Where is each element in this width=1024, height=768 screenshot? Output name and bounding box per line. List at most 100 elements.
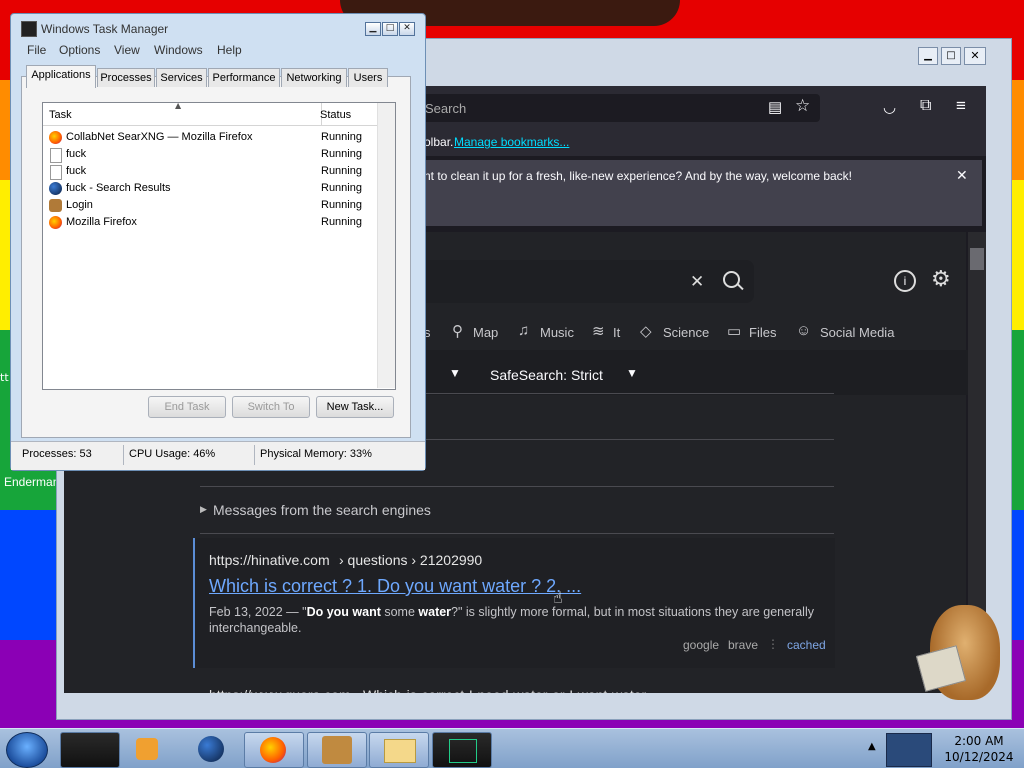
task-row[interactable]: fuck Running bbox=[47, 163, 387, 180]
task-manager-window: Windows Task Manager ▁ □ ✕ File Options … bbox=[10, 13, 426, 471]
firefox-icon bbox=[260, 737, 286, 763]
engine-messages-arrow-icon[interactable]: ▶ bbox=[200, 505, 207, 515]
taskbar-box-app[interactable] bbox=[307, 732, 367, 768]
taskbar-media-player[interactable] bbox=[122, 732, 172, 766]
task-status: Running bbox=[321, 216, 362, 228]
safesearch-select[interactable]: SafeSearch: Strict bbox=[490, 367, 603, 383]
result-snippet: Feb 13, 2022 — "Do you want some water?"… bbox=[209, 605, 814, 635]
firefox-minimize-button[interactable]: ▁ bbox=[918, 47, 938, 65]
task-manager-title: Windows Task Manager bbox=[41, 22, 169, 36]
safesearch-chevron-icon[interactable]: ▼ bbox=[626, 366, 638, 380]
tab-applications[interactable]: Applications bbox=[26, 65, 96, 88]
reader-view-icon[interactable]: ▤ bbox=[768, 98, 782, 116]
next-result-url[interactable]: https://www.quora.com › Which-is-correct… bbox=[209, 686, 809, 693]
tray-show-hidden-icon[interactable]: ▲ bbox=[868, 741, 876, 752]
column-header-task[interactable]: Task bbox=[43, 103, 322, 126]
notification-close-icon[interactable]: ✕ bbox=[956, 167, 968, 184]
start-button[interactable] bbox=[6, 732, 48, 768]
taskbar-task-manager[interactable] bbox=[60, 732, 120, 768]
status-memory: Physical Memory: 33% bbox=[260, 448, 372, 460]
divider bbox=[200, 486, 834, 487]
new-task-button[interactable]: New Task... bbox=[316, 396, 394, 418]
science-icon: ◇ bbox=[640, 323, 652, 340]
tab-processes[interactable]: Processes bbox=[97, 68, 155, 87]
category-tab-it[interactable]: It bbox=[613, 325, 620, 340]
desktop-label-enderman: Enderman bbox=[4, 475, 60, 489]
clear-search-icon[interactable]: ✕ bbox=[690, 272, 704, 292]
menu-windows[interactable]: Windows bbox=[154, 43, 203, 57]
page-scrollbar-thumb[interactable] bbox=[970, 248, 984, 270]
desktop-label-tt: tt bbox=[0, 371, 9, 384]
manage-bookmarks-link[interactable]: Manage bookmarks... bbox=[454, 135, 569, 149]
category-tab-social-media[interactable]: Social Media bbox=[820, 325, 894, 340]
result-engine-google: google bbox=[683, 638, 720, 652]
status-separator bbox=[123, 445, 124, 465]
document-icon bbox=[50, 148, 62, 163]
task-status: Running bbox=[321, 199, 362, 211]
category-tab-files[interactable]: Files bbox=[749, 325, 776, 340]
menu-view[interactable]: View bbox=[114, 43, 140, 57]
tm-close-button[interactable]: ✕ bbox=[399, 22, 415, 36]
extensions-icon[interactable]: ⧉ bbox=[920, 97, 931, 115]
user-icon bbox=[49, 199, 62, 212]
firefox-maximize-button[interactable]: □ bbox=[941, 47, 961, 65]
url-bar[interactable] bbox=[415, 94, 820, 122]
result-url[interactable]: https://hinative.com bbox=[209, 552, 330, 568]
tab-services[interactable]: Services bbox=[156, 68, 207, 87]
pocket-icon[interactable]: ◡ bbox=[883, 98, 896, 116]
column-header-status[interactable]: Status bbox=[317, 103, 381, 126]
category-tab-science[interactable]: Science bbox=[663, 325, 709, 340]
result-separator-icon: ⋮ bbox=[767, 637, 779, 651]
category-tab-map[interactable]: Map bbox=[473, 325, 498, 340]
time-range-chevron-icon[interactable]: ▼ bbox=[449, 366, 461, 380]
taskbar-monitor[interactable] bbox=[432, 732, 492, 768]
tab-users[interactable]: Users bbox=[348, 68, 388, 87]
engine-messages-toggle[interactable]: Messages from the search engines bbox=[213, 502, 431, 518]
list-scrollbar[interactable] bbox=[377, 103, 395, 388]
switch-to-button[interactable]: Switch To bbox=[232, 396, 310, 418]
mouse-cursor-icon: ☝ bbox=[553, 588, 563, 607]
tm-minimize-button[interactable]: ▁ bbox=[365, 22, 381, 36]
menu-options[interactable]: Options bbox=[59, 43, 100, 57]
task-name: fuck - Search Results bbox=[66, 182, 171, 194]
performance-monitor-icon bbox=[449, 739, 477, 763]
category-tab-music[interactable]: Music bbox=[540, 325, 574, 340]
map-icon: ⚲ bbox=[452, 323, 463, 340]
tray-box-icon[interactable] bbox=[886, 733, 932, 767]
result-engine-brave: brave bbox=[728, 638, 759, 652]
task-manager-status-bar: Processes: 53 CPU Usage: 46% Physical Me… bbox=[11, 441, 425, 470]
bookmark-star-icon[interactable]: ☆ bbox=[795, 96, 810, 116]
result-title-link[interactable]: Which is correct ? 1. Do you want water … bbox=[209, 576, 581, 597]
tm-maximize-button[interactable]: □ bbox=[382, 22, 398, 36]
notification-text: nt to clean it up for a fresh, like-new … bbox=[424, 169, 853, 183]
menu-help[interactable]: Help bbox=[217, 43, 242, 57]
firefox-close-button[interactable]: ✕ bbox=[964, 47, 986, 65]
result-cached-link[interactable]: cached bbox=[787, 638, 826, 652]
info-icon[interactable]: i bbox=[894, 270, 916, 292]
firefox-icon bbox=[49, 216, 62, 229]
taskbar-firefox[interactable] bbox=[244, 732, 304, 768]
divider bbox=[200, 533, 834, 534]
clock[interactable]: 2:00 AM 10/12/2024 bbox=[944, 733, 1014, 765]
menu-file[interactable]: File bbox=[27, 43, 46, 57]
end-task-button[interactable]: End Task bbox=[148, 396, 226, 418]
preferences-gear-icon[interactable]: ⚙ bbox=[931, 266, 951, 292]
clock-time: 2:00 AM bbox=[954, 734, 1004, 748]
media-player-icon bbox=[136, 738, 158, 760]
tab-performance[interactable]: Performance bbox=[208, 68, 280, 87]
document-icon bbox=[50, 165, 62, 180]
taskbar-globe[interactable] bbox=[186, 732, 236, 766]
menu-icon[interactable]: ≡ bbox=[956, 96, 966, 116]
task-row[interactable]: fuck - Search Results Running bbox=[47, 180, 387, 197]
globe-icon bbox=[49, 182, 62, 195]
task-list[interactable]: Task ▲ Status CollabNet SearXNG — Mozill… bbox=[42, 101, 396, 390]
task-row[interactable]: Login Running bbox=[47, 197, 387, 214]
task-row[interactable]: Mozilla Firefox Running bbox=[47, 214, 387, 231]
bookmarks-hint: olbar. bbox=[424, 135, 454, 149]
taskbar: ▲ 2:00 AM 10/12/2024 bbox=[0, 728, 1024, 768]
taskbar-explorer[interactable] bbox=[369, 732, 429, 768]
tab-networking[interactable]: Networking bbox=[281, 68, 347, 87]
task-row[interactable]: fuck Running bbox=[47, 146, 387, 163]
box-app-icon bbox=[322, 736, 352, 764]
task-row[interactable]: CollabNet SearXNG — Mozilla Firefox Runn… bbox=[47, 129, 387, 146]
